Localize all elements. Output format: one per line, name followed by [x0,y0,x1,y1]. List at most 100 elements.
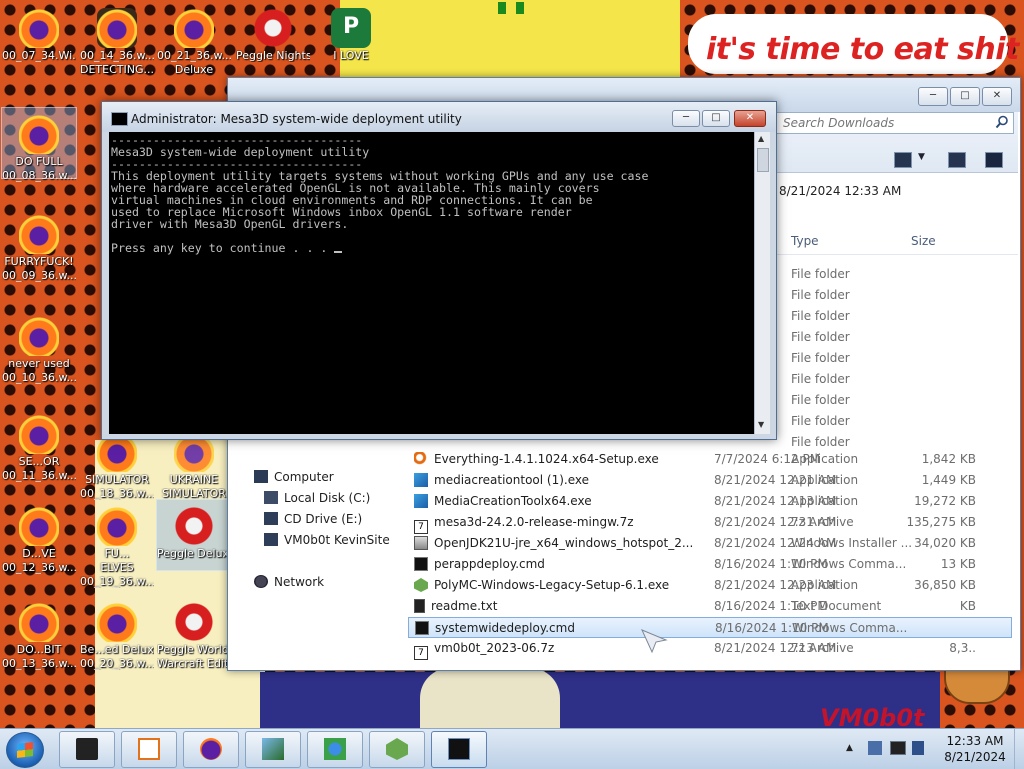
nav-network-share[interactable]: VM0b0t KevinSite [264,533,390,547]
desktop-icon[interactable]: Be...ed Deluxe 00_20_36.w... [80,602,154,670]
taskbar-download-manager[interactable] [307,731,363,768]
network-drive-icon [264,533,278,546]
nav-network[interactable]: Network [254,575,324,589]
desktop-icon-label: FURRYFUCK! [4,256,74,268]
minimize-button[interactable]: ─ [672,110,700,127]
file-row[interactable]: Everything-1.4.1.1024.x64-Setup.exe 7/7/… [408,449,1012,470]
show-desktop-button[interactable] [1014,729,1024,769]
search-icon[interactable] [995,115,1009,129]
desktop-icon-label: D...VE [22,548,56,560]
clock-time: 12:33 AM [946,734,1004,748]
maximize-button[interactable]: □ [702,110,730,127]
firefox-icon [19,8,59,48]
scroll-up-icon[interactable]: ▲ [758,134,764,143]
file-type: Application [791,578,859,592]
desktop-icon[interactable]: Peggle Deluxe [156,499,232,571]
console-scrollbar[interactable]: ▲ ▼ [754,132,770,434]
file-row[interactable]: perappdeploy.cmd 8/16/2024 1:10 PM Windo… [408,554,1012,575]
file-name: OpenJDK21U-jre_x64_windows_hotspot_2... [434,536,694,550]
close-button[interactable]: ✕ [734,110,766,127]
desktop-icon[interactable]: SIMULATOR 00_18_36.w... [80,432,154,500]
taskbar-console[interactable] [431,731,487,768]
desktop-icon[interactable]: 00_14_36.w... DETECTING... [80,8,154,76]
desktop-icon-label: Peggle World of [157,644,231,656]
nav-label: Network [274,575,325,589]
scrollbar-thumb[interactable] [757,148,769,172]
taskbar-media-player[interactable] [121,731,177,768]
desktop-icon[interactable]: FU... ELVES 00_19_36.w... [80,506,154,588]
search-input[interactable] [781,113,985,133]
console-output[interactable]: ------------------------------------ Mes… [109,132,754,434]
desktop-icon-label: Deluxe [174,64,214,76]
desktop-icon[interactable]: SE...OR 00_11_36.w... [2,414,76,482]
cmd-script-icon [414,557,428,571]
desktop-icon[interactable]: Peggle World of Warcraft Edition [157,602,231,670]
minimize-button[interactable]: ─ [918,87,948,106]
firefox-icon [97,8,137,48]
desktop-icon[interactable]: never used 00_10_36.w... [2,316,76,384]
network-tray-icon[interactable] [868,741,882,755]
scroll-down-icon[interactable]: ▼ [758,420,764,429]
file-row[interactable]: PolyMC-Windows-Legacy-Setup-6.1.exe 8/21… [408,575,1012,596]
monitor-tray-icon[interactable] [890,741,906,755]
column-type[interactable]: Type [791,234,819,248]
firefox-icon [19,414,59,454]
file-name: MediaCreationToolx64.exe [434,494,592,508]
folder-type: File folder [791,288,850,302]
taskbar-polymc[interactable] [369,731,425,768]
taskbar-firefox[interactable] [183,731,239,768]
desktop-icon-label: 00_12_36.w... [2,562,76,574]
file-row[interactable]: MediaCreationToolx64.exe 8/21/2024 12:13… [408,491,1012,512]
wallpaper-speech-text: it's time to eat shit [706,32,1019,67]
maximize-button[interactable]: □ [950,87,980,106]
folder-type: File folder [791,267,850,281]
console-icon [448,738,470,760]
file-row[interactable]: OpenJDK21U-jre_x64_windows_hotspot_2... … [408,533,1012,554]
chevron-down-icon[interactable]: ▼ [918,152,925,162]
taskbar-terminal[interactable] [59,731,115,768]
file-row[interactable]: 7 mesa3d-24.2.0-release-mingw.7z 8/21/202… [408,512,1012,534]
file-row[interactable]: mediacreationtool (1).exe 8/21/2024 12:2… [408,470,1012,491]
file-size: 36,850 KB [914,578,976,592]
desktop-icon-label: 00_13_36.w... [2,658,76,670]
file-name: perappdeploy.cmd [434,557,545,571]
view-options-icon[interactable] [894,152,912,168]
firefox-icon [174,8,214,48]
console-titlebar[interactable]: Administrator: Mesa3D system-wide deploy… [102,102,776,132]
nav-computer[interactable]: Computer [254,470,334,484]
clock[interactable]: 12:33 AM 8/21/2024 [942,733,1008,765]
file-size: 34,020 KB [914,536,976,550]
desktop-icon[interactable]: UKRAINE SIMULATOR [157,432,231,500]
volume-tray-icon[interactable] [912,741,924,755]
desktop-icon[interactable]: 00_21_36.w... Deluxe [157,8,231,76]
file-row-selected[interactable]: systemwidedeploy.cmd 8/16/2024 1:10 PM W… [408,617,1012,638]
column-size[interactable]: Size [911,234,936,248]
nav-local-disk[interactable]: Local Disk (C:) [264,491,370,505]
desktop-icon[interactable]: 00_07_34.Wi... [2,8,76,62]
folder-type: File folder [791,309,850,323]
cmd-script-icon [415,621,429,635]
desktop-icon[interactable]: D...VE 00_12_36.w... [2,506,76,574]
console-line: driver with Mesa3D OpenGL drivers. [111,217,349,231]
desktop-icon[interactable]: DO FULL 00_08_36.w... [1,107,77,182]
start-button[interactable] [6,732,44,768]
desktop-icon-label: 00_14_36.w... [80,50,154,62]
desktop-icon[interactable]: FURRYFUCK! 00_09_36.w... [2,214,76,282]
console-window[interactable]: Administrator: Mesa3D system-wide deploy… [101,101,777,440]
nav-label: VM0b0t KevinSite [284,533,390,547]
file-name: readme.txt [431,599,498,613]
nav-cd-drive[interactable]: CD Drive (E:) [264,512,362,526]
file-row[interactable]: 7 vm0b0t_2023-06.7z 8/21/2024 12:13 AM 7z… [408,638,1012,660]
close-button[interactable]: ✕ [982,87,1012,106]
help-icon[interactable] [985,152,1003,168]
system-tray: ▲ [840,737,930,761]
desktop-icon[interactable]: DO...BIT 00_13_36.w... [2,602,76,670]
desktop-icon-label: SIMULATOR [162,488,226,500]
desktop-icon[interactable]: Peggle Nights [236,8,310,62]
search-box[interactable] [776,112,1014,134]
taskbar-installer[interactable] [245,731,301,768]
show-hidden-icons-icon[interactable]: ▲ [846,743,853,753]
desktop-icon[interactable]: I LOVE [314,8,388,62]
preview-pane-icon[interactable] [948,152,966,168]
file-row[interactable]: readme.txt 8/16/2024 1:10 PM Text Docume… [408,596,1012,617]
